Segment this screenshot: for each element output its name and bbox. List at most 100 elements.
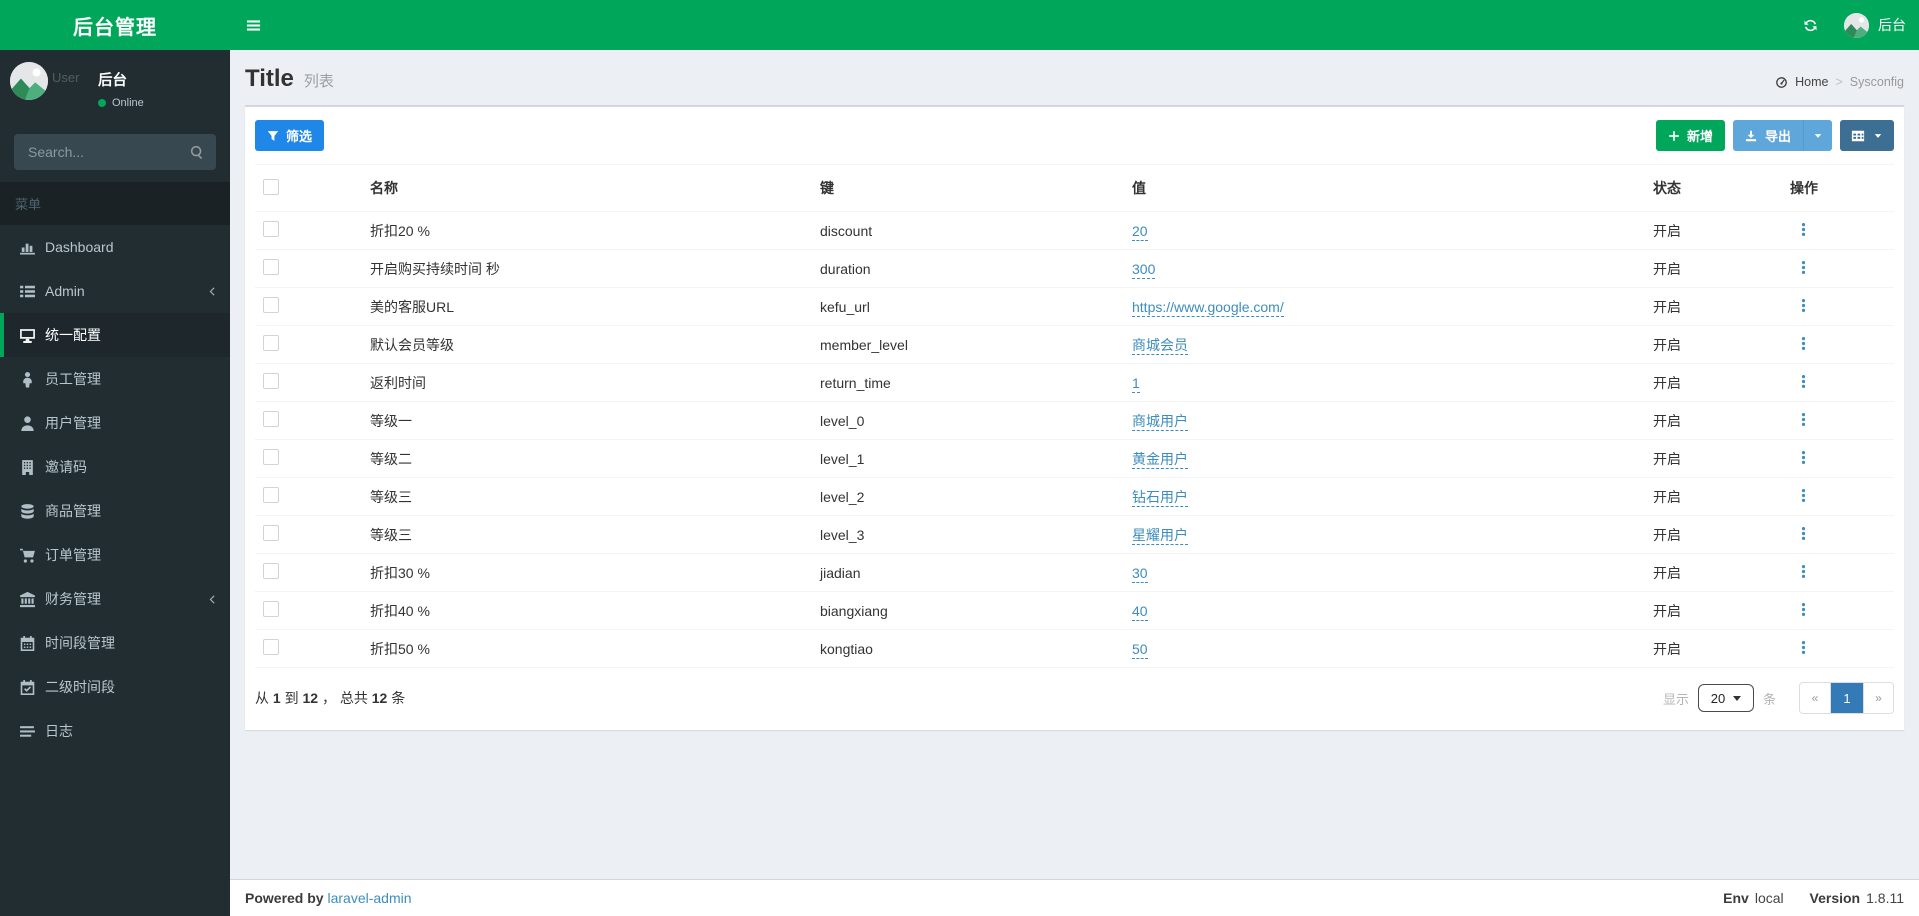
sidebar-item-label: 日志 bbox=[45, 723, 73, 739]
content-area: Title 列表 Home > Sysconfig 筛选 新增 导出 名称 键 … bbox=[230, 50, 1919, 916]
cell-value-link[interactable]: 30 bbox=[1132, 564, 1148, 583]
navbar-user-menu[interactable]: 后台 bbox=[1831, 0, 1919, 50]
row-checkbox[interactable] bbox=[263, 373, 279, 389]
row-actions-button[interactable] bbox=[1796, 374, 1811, 389]
row-actions-button[interactable] bbox=[1796, 260, 1811, 275]
column-selector-button[interactable] bbox=[1840, 120, 1894, 151]
cell-name: 折扣50 % bbox=[370, 640, 430, 657]
sidebar-item-logs[interactable]: 日志 bbox=[0, 709, 230, 753]
row-checkbox[interactable] bbox=[263, 411, 279, 427]
row-checkbox[interactable] bbox=[263, 563, 279, 579]
list-icon bbox=[19, 283, 36, 300]
calendar-check-icon bbox=[19, 679, 36, 696]
bank-icon bbox=[19, 591, 36, 608]
cell-value-link[interactable]: 商城会员 bbox=[1132, 336, 1188, 355]
row-checkbox[interactable] bbox=[263, 449, 279, 465]
sidebar-user-status[interactable]: Online bbox=[98, 97, 144, 109]
sidebar-item-timeslot[interactable]: 时间段管理 bbox=[0, 621, 230, 665]
cell-value-link[interactable]: https://www.google.com/ bbox=[1132, 298, 1284, 317]
create-button[interactable]: 新增 bbox=[1655, 120, 1725, 151]
cell-status: 开启 bbox=[1653, 526, 1681, 543]
cell-value-link[interactable]: 20 bbox=[1132, 222, 1148, 241]
sidebar-search-input[interactable] bbox=[28, 144, 182, 160]
row-checkbox[interactable] bbox=[263, 601, 279, 617]
filter-icon bbox=[267, 130, 279, 142]
sidebar-item-finance[interactable]: 财务管理 bbox=[0, 577, 230, 621]
desktop-icon bbox=[19, 327, 36, 344]
cell-key: kongtiao bbox=[820, 640, 873, 657]
breadcrumb-home-link[interactable]: Home bbox=[1795, 75, 1828, 89]
col-header-name: 名称 bbox=[362, 164, 812, 212]
page-title: Title 列表 bbox=[245, 65, 334, 93]
row-actions-button[interactable] bbox=[1796, 412, 1811, 427]
sidebar-item-goods[interactable]: 商品管理 bbox=[0, 489, 230, 533]
cell-value-link[interactable]: 40 bbox=[1132, 602, 1148, 621]
cell-name: 美的客服URL bbox=[370, 298, 455, 315]
sidebar-item-invite[interactable]: 邀请码 bbox=[0, 445, 230, 489]
per-page-select[interactable]: 20 bbox=[1697, 684, 1754, 712]
row-actions-button[interactable] bbox=[1796, 564, 1811, 579]
row-checkbox[interactable] bbox=[263, 335, 279, 351]
sidebar-item-sysconfig[interactable]: 统一配置 bbox=[0, 313, 230, 357]
row-actions-button[interactable] bbox=[1796, 222, 1811, 237]
version-value: 1.8.11 bbox=[1866, 890, 1904, 906]
refresh-icon bbox=[1803, 18, 1818, 33]
refresh-button[interactable] bbox=[1790, 0, 1831, 50]
summary-text: ， bbox=[321, 690, 336, 706]
laravel-admin-link[interactable]: laravel-admin bbox=[327, 890, 411, 906]
table-row: 折扣20 % discount 20 开启 bbox=[255, 211, 1894, 250]
sidebar-item-label: 用户管理 bbox=[45, 415, 101, 431]
row-actions-button[interactable] bbox=[1796, 488, 1811, 503]
sidebar-item-label: Admin bbox=[45, 283, 85, 299]
row-checkbox[interactable] bbox=[263, 297, 279, 313]
sidebar-item-admin[interactable]: Admin bbox=[0, 269, 230, 313]
hamburger-icon bbox=[246, 18, 261, 33]
cell-value-link[interactable]: 50 bbox=[1132, 640, 1148, 659]
cell-value-link[interactable]: 商城用户 bbox=[1132, 412, 1188, 431]
row-checkbox[interactable] bbox=[263, 221, 279, 237]
cell-status: 开启 bbox=[1653, 564, 1681, 581]
cell-value-link[interactable]: 300 bbox=[1132, 260, 1156, 279]
row-actions-button[interactable] bbox=[1796, 336, 1811, 351]
row-checkbox[interactable] bbox=[263, 639, 279, 655]
sidebar-item-timeslot2[interactable]: 二级时间段 bbox=[0, 665, 230, 709]
sidebar-toggle-button[interactable] bbox=[230, 0, 276, 50]
child-icon bbox=[19, 371, 36, 388]
row-checkbox[interactable] bbox=[263, 259, 279, 275]
sidebar-item-users[interactable]: 用户管理 bbox=[0, 401, 230, 445]
row-checkbox[interactable] bbox=[263, 487, 279, 503]
page-1-button[interactable]: 1 bbox=[1830, 683, 1863, 713]
sidebar-item-orders[interactable]: 订单管理 bbox=[0, 533, 230, 577]
export-dropdown-toggle[interactable] bbox=[1803, 120, 1832, 151]
filter-button[interactable]: 筛选 bbox=[255, 120, 325, 151]
env-value: local bbox=[1754, 890, 1784, 906]
sidebar-item-dashboard[interactable]: Dashboard bbox=[0, 225, 230, 269]
next-page-button[interactable]: » bbox=[1863, 683, 1893, 713]
search-icon bbox=[190, 145, 204, 159]
footer-env: Env local Version 1.8.11 bbox=[1723, 890, 1904, 906]
breadcrumb: Home > Sysconfig bbox=[1775, 75, 1904, 89]
table-row: 美的客服URL kefu_url https://www.google.com/开启 bbox=[255, 287, 1894, 326]
cell-value-link[interactable]: 星耀用户 bbox=[1132, 526, 1188, 545]
row-actions-button[interactable] bbox=[1796, 298, 1811, 313]
row-actions-button[interactable] bbox=[1796, 640, 1811, 655]
row-actions-button[interactable] bbox=[1796, 602, 1811, 617]
prev-page-button[interactable]: « bbox=[1800, 683, 1830, 713]
row-actions-button[interactable] bbox=[1796, 450, 1811, 465]
cell-value-link[interactable]: 1 bbox=[1132, 374, 1140, 393]
sidebar-search-button[interactable] bbox=[182, 137, 212, 167]
row-checkbox[interactable] bbox=[263, 525, 279, 541]
cell-key: return_time bbox=[820, 374, 891, 391]
cell-status: 开启 bbox=[1653, 298, 1681, 315]
select-all-checkbox[interactable] bbox=[263, 178, 279, 195]
export-button[interactable]: 导出 bbox=[1732, 120, 1803, 151]
cell-value-link[interactable]: 钻石用户 bbox=[1132, 488, 1188, 507]
content-header: Title 列表 Home > Sysconfig bbox=[230, 50, 1919, 105]
table-body: 折扣20 % discount 20 开启 开启购买持续时间 秒 duration 300 开… bbox=[255, 211, 1894, 668]
cell-value-link[interactable]: 黄金用户 bbox=[1132, 450, 1188, 469]
navbar-right: 后台 bbox=[1790, 0, 1919, 50]
cell-name: 开启购买持续时间 秒 bbox=[370, 260, 500, 277]
sidebar-item-staff[interactable]: 员工管理 bbox=[0, 357, 230, 401]
row-actions-button[interactable] bbox=[1796, 526, 1811, 541]
app-logo[interactable]: 后台管理 bbox=[0, 0, 230, 50]
